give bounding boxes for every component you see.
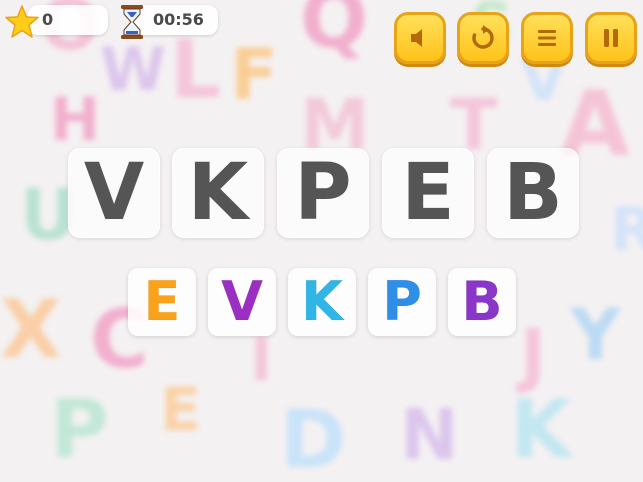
bg-letter: K bbox=[510, 383, 572, 476]
score-panel bbox=[28, 5, 108, 35]
choice-letter: V bbox=[221, 270, 264, 333]
letter-choice[interactable]: K bbox=[288, 268, 356, 336]
bg-letter: L bbox=[170, 23, 221, 116]
score-value: 0 bbox=[42, 10, 54, 29]
letter-choice[interactable]: P bbox=[368, 268, 436, 336]
target-tile: B bbox=[487, 148, 579, 238]
menu-button[interactable] bbox=[521, 12, 573, 64]
timer-value: 00:56 bbox=[153, 10, 204, 29]
bg-letter: X bbox=[0, 283, 62, 376]
restart-icon bbox=[472, 25, 494, 49]
bg-letter: W bbox=[100, 35, 167, 105]
bg-letter: F bbox=[230, 34, 278, 116]
bg-letter: D bbox=[280, 393, 347, 482]
restart-button[interactable] bbox=[457, 12, 509, 64]
choice-letter: K bbox=[301, 270, 344, 333]
sound-button[interactable] bbox=[394, 12, 446, 64]
bg-letter: P bbox=[50, 383, 109, 476]
bg-letter: I bbox=[250, 325, 273, 395]
target-tile: K bbox=[172, 148, 264, 238]
target-tile: E bbox=[382, 148, 474, 238]
bg-letter: E bbox=[160, 375, 201, 445]
choice-letter: E bbox=[143, 270, 181, 333]
target-letter: E bbox=[401, 148, 455, 238]
choice-letter: B bbox=[461, 270, 503, 333]
pause-icon bbox=[604, 29, 618, 47]
bg-letter: Q bbox=[300, 0, 369, 66]
target-letter: K bbox=[187, 148, 249, 238]
target-tile: V bbox=[68, 148, 160, 238]
pause-button[interactable] bbox=[585, 12, 637, 64]
choice-letter: P bbox=[382, 270, 423, 333]
bg-letter: Y bbox=[570, 294, 621, 376]
bg-letter: H bbox=[50, 85, 101, 155]
star-icon bbox=[5, 5, 39, 38]
bg-letter: J bbox=[520, 314, 547, 396]
target-tile: P bbox=[277, 148, 369, 238]
letter-choice[interactable]: B bbox=[448, 268, 516, 336]
alphabet-background: O Q S A L F M W V X C U T H K R D I E P … bbox=[0, 0, 643, 482]
target-letter: V bbox=[83, 148, 145, 238]
letter-choice[interactable]: E bbox=[128, 268, 196, 336]
bg-letter: N bbox=[400, 394, 459, 476]
hourglass-icon bbox=[121, 5, 143, 39]
bg-letter: R bbox=[610, 195, 643, 265]
target-letter: B bbox=[503, 148, 563, 238]
target-letter: P bbox=[294, 148, 352, 238]
speaker-icon bbox=[411, 29, 422, 47]
menu-icon bbox=[538, 30, 556, 46]
letter-choice[interactable]: V bbox=[208, 268, 276, 336]
